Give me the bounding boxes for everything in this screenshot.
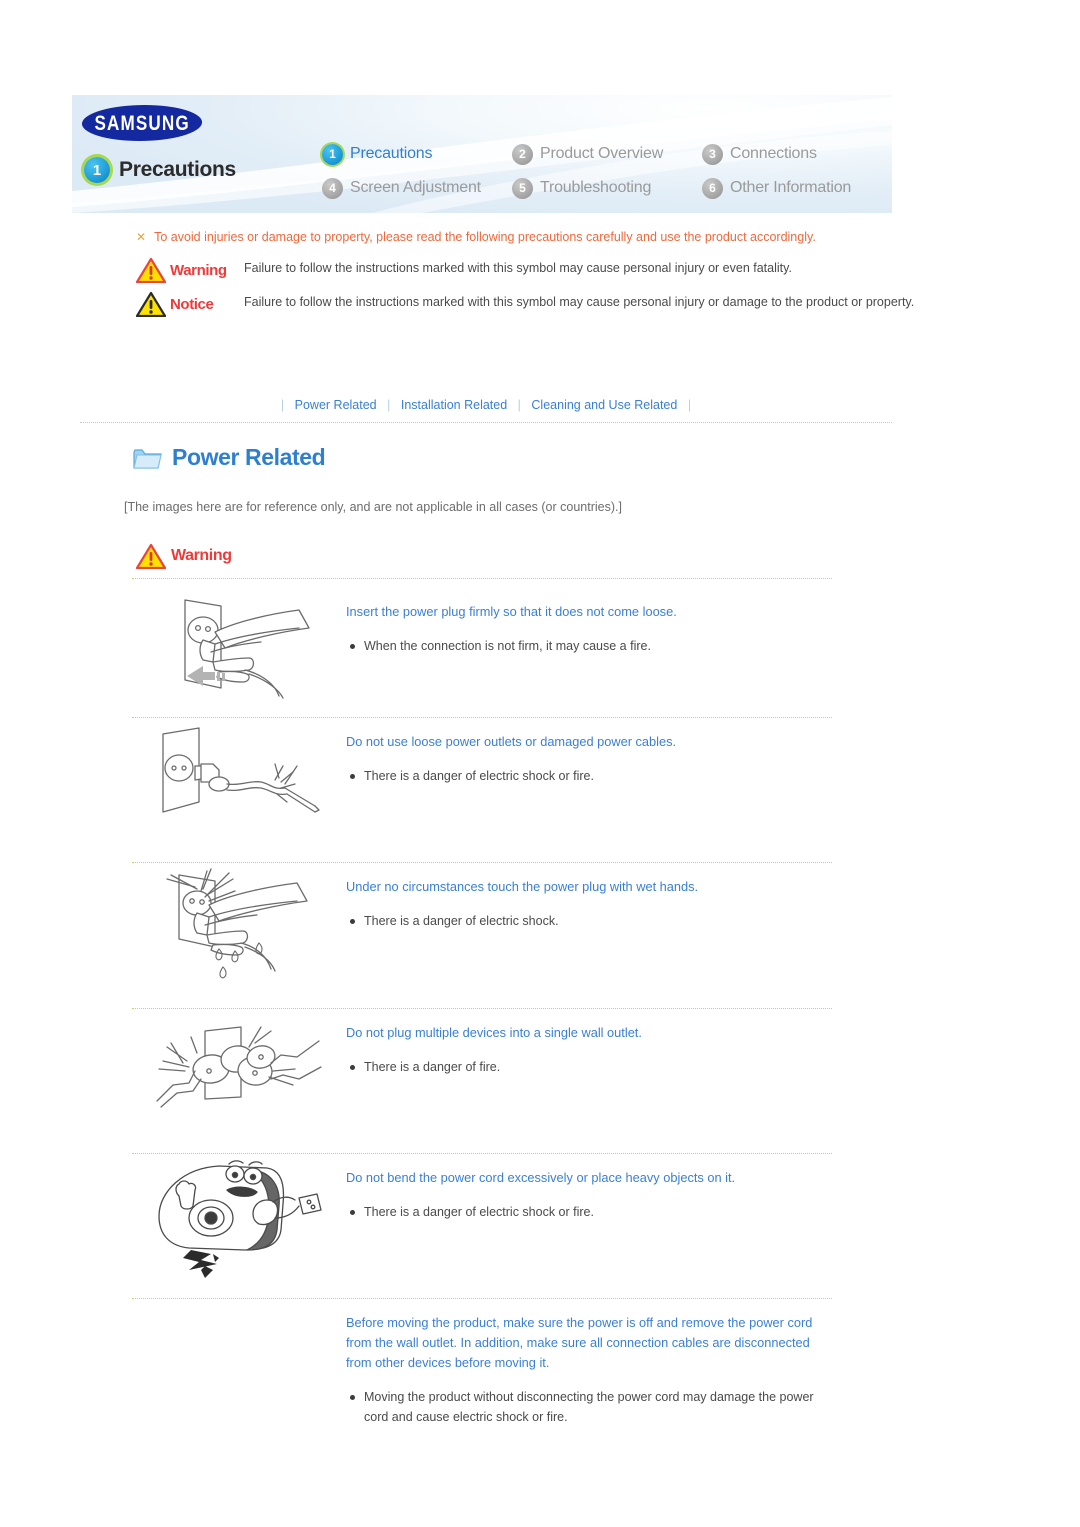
nav-badge-6: 6 — [702, 177, 723, 199]
precaution-heading: Do not plug multiple devices into a sing… — [346, 1025, 642, 1040]
subnav-separator-0: | — [280, 398, 285, 412]
precaution-row: Insert the power plug firmly so that it … — [132, 588, 832, 718]
folder-icon — [132, 445, 162, 471]
nav-badge-2: 2 — [512, 143, 533, 165]
precaution-bullet: Moving the product without disconnecting… — [346, 1387, 832, 1427]
legend-notice-key: Notice — [135, 291, 244, 318]
nav-item-other-information[interactable]: 6 Other Information — [702, 177, 882, 199]
legend-notice-text: Failure to follow the instructions marke… — [244, 295, 915, 309]
precaution-bullet: There is a danger of electric shock. — [346, 911, 832, 931]
nav-item-connections[interactable]: 3 Connections — [702, 143, 882, 165]
precaution-heading: Before moving the product, make sure the… — [346, 1315, 813, 1370]
precaution-bullets: There is a danger of electric shock or f… — [346, 1202, 832, 1222]
legend-warning-key: Warning — [135, 257, 244, 284]
precaution-body: Under no circumstances touch the power p… — [346, 863, 832, 933]
warning-section-label: Warning — [171, 547, 232, 564]
precaution-row: Do not bend the power cord excessively o… — [132, 1154, 832, 1299]
subnav-link-installation-related[interactable]: Installation Related — [401, 398, 507, 412]
precaution-heading: Insert the power plug firmly so that it … — [346, 604, 677, 619]
warning-section-header: Warning — [135, 543, 232, 570]
chapter-nav: 1 Precautions 2 Product Overview 3 Conne… — [322, 137, 882, 205]
precaution-figure-empty — [132, 1299, 346, 1303]
warning-section-divider — [132, 578, 832, 579]
nav-item-troubleshooting[interactable]: 5 Troubleshooting — [512, 177, 702, 199]
precaution-heading: Under no circumstances touch the power p… — [346, 879, 699, 894]
notice-triangle-icon — [135, 291, 167, 318]
multiple-devices-outlet-illustration — [132, 1009, 346, 1133]
page-title-label: Precautions — [119, 158, 236, 181]
precaution-row: Under no circumstances touch the power p… — [132, 863, 832, 1009]
asterisk-icon: ✕ — [136, 230, 147, 244]
nav-item-precautions[interactable]: 1 Precautions — [322, 143, 512, 165]
nav-label-connections: Connections — [730, 145, 817, 162]
subnav-links: | Power Related | Installation Related |… — [80, 398, 892, 412]
subnav-link-power-related[interactable]: Power Related — [295, 398, 377, 412]
precaution-bullets: There is a danger of electric shock. — [346, 911, 832, 931]
section-title: Power Related — [172, 444, 326, 470]
nav-badge-3: 3 — [702, 143, 723, 165]
subnav-separator-2: | — [517, 398, 521, 412]
nav-item-product-overview[interactable]: 2 Product Overview — [512, 143, 702, 165]
precaution-bullets: There is a danger of electric shock or f… — [346, 766, 832, 786]
warning-triangle-icon — [135, 257, 167, 284]
samsung-logo: SAMSUNG — [79, 105, 205, 141]
samsung-logo-text: SAMSUNG — [94, 110, 190, 135]
nav-badge-1: 1 — [322, 143, 343, 165]
damaged-power-cable-illustration — [132, 718, 346, 837]
nav-label-screen-adjustment: Screen Adjustment — [350, 179, 481, 196]
precaution-bullet: When the connection is not firm, it may … — [346, 636, 832, 656]
page-header-banner: SAMSUNG 1 Precautions 1 Precautions 2 Pr… — [72, 95, 892, 213]
bent-power-cord-projector-illustration — [132, 1154, 346, 1280]
subnav-separator-1: | — [387, 398, 391, 412]
subnav-separator-3: | — [687, 398, 692, 412]
nav-item-screen-adjustment[interactable]: 4 Screen Adjustment — [322, 177, 512, 199]
nav-label-precautions: Precautions — [350, 145, 433, 162]
power-plug-insert-illustration — [132, 588, 346, 707]
legend-warning-text: Failure to follow the instructions marke… — [244, 261, 792, 275]
precautions-intro: ✕ To avoid injuries or damage to propert… — [135, 228, 916, 325]
legend-warning-row: Warning Failure to follow the instructio… — [135, 257, 916, 284]
intro-note: ✕ To avoid injuries or damage to propert… — [136, 228, 916, 247]
precaution-list: Insert the power plug firmly so that it … — [132, 588, 832, 1459]
precaution-heading: Do not bend the power cord excessively o… — [346, 1170, 736, 1185]
legend-notice-label: Notice — [170, 295, 214, 313]
legend-warning-label: Warning — [170, 261, 227, 279]
section-heading: Power Related — [132, 444, 326, 471]
reference-note: [The images here are for reference only,… — [124, 500, 622, 514]
intro-note-text: To avoid injuries or damage to property,… — [154, 230, 816, 244]
precaution-bullets: Moving the product without disconnecting… — [346, 1387, 832, 1427]
subnav-link-cleaning-and-use-related[interactable]: Cleaning and Use Related — [531, 398, 677, 412]
nav-label-other-information: Other Information — [730, 179, 852, 196]
precaution-bullet: There is a danger of electric shock or f… — [346, 1202, 832, 1222]
precaution-row: Do not use loose power outlets or damage… — [132, 718, 832, 863]
nav-badge-4: 4 — [322, 177, 343, 199]
precaution-body: Before moving the product, make sure the… — [346, 1299, 832, 1429]
nav-badge-5: 5 — [512, 177, 533, 199]
precaution-body: Do not use loose power outlets or damage… — [346, 718, 832, 788]
warning-triangle-icon — [135, 543, 167, 570]
wet-hands-plug-illustration — [132, 863, 346, 985]
subnav-divider — [80, 422, 892, 423]
precaution-body: Insert the power plug firmly so that it … — [346, 588, 832, 658]
page-title: 1 Precautions — [84, 157, 236, 183]
precaution-bullets: When the connection is not firm, it may … — [346, 636, 832, 656]
precaution-bullet: There is a danger of fire. — [346, 1057, 832, 1077]
nav-label-product-overview: Product Overview — [540, 145, 664, 162]
page-title-number: 1 — [84, 157, 110, 183]
precaution-heading: Do not use loose power outlets or damage… — [346, 734, 677, 749]
precaution-row: Do not plug multiple devices into a sing… — [132, 1009, 832, 1154]
precaution-bullets: There is a danger of fire. — [346, 1057, 832, 1077]
precaution-bullet: There is a danger of electric shock or f… — [346, 766, 832, 786]
precaution-row: Before moving the product, make sure the… — [132, 1299, 832, 1459]
precaution-body: Do not bend the power cord excessively o… — [346, 1154, 832, 1224]
precaution-body: Do not plug multiple devices into a sing… — [346, 1009, 832, 1079]
legend-notice-row: Notice Failure to follow the instruction… — [135, 291, 916, 318]
nav-label-troubleshooting: Troubleshooting — [540, 179, 652, 196]
